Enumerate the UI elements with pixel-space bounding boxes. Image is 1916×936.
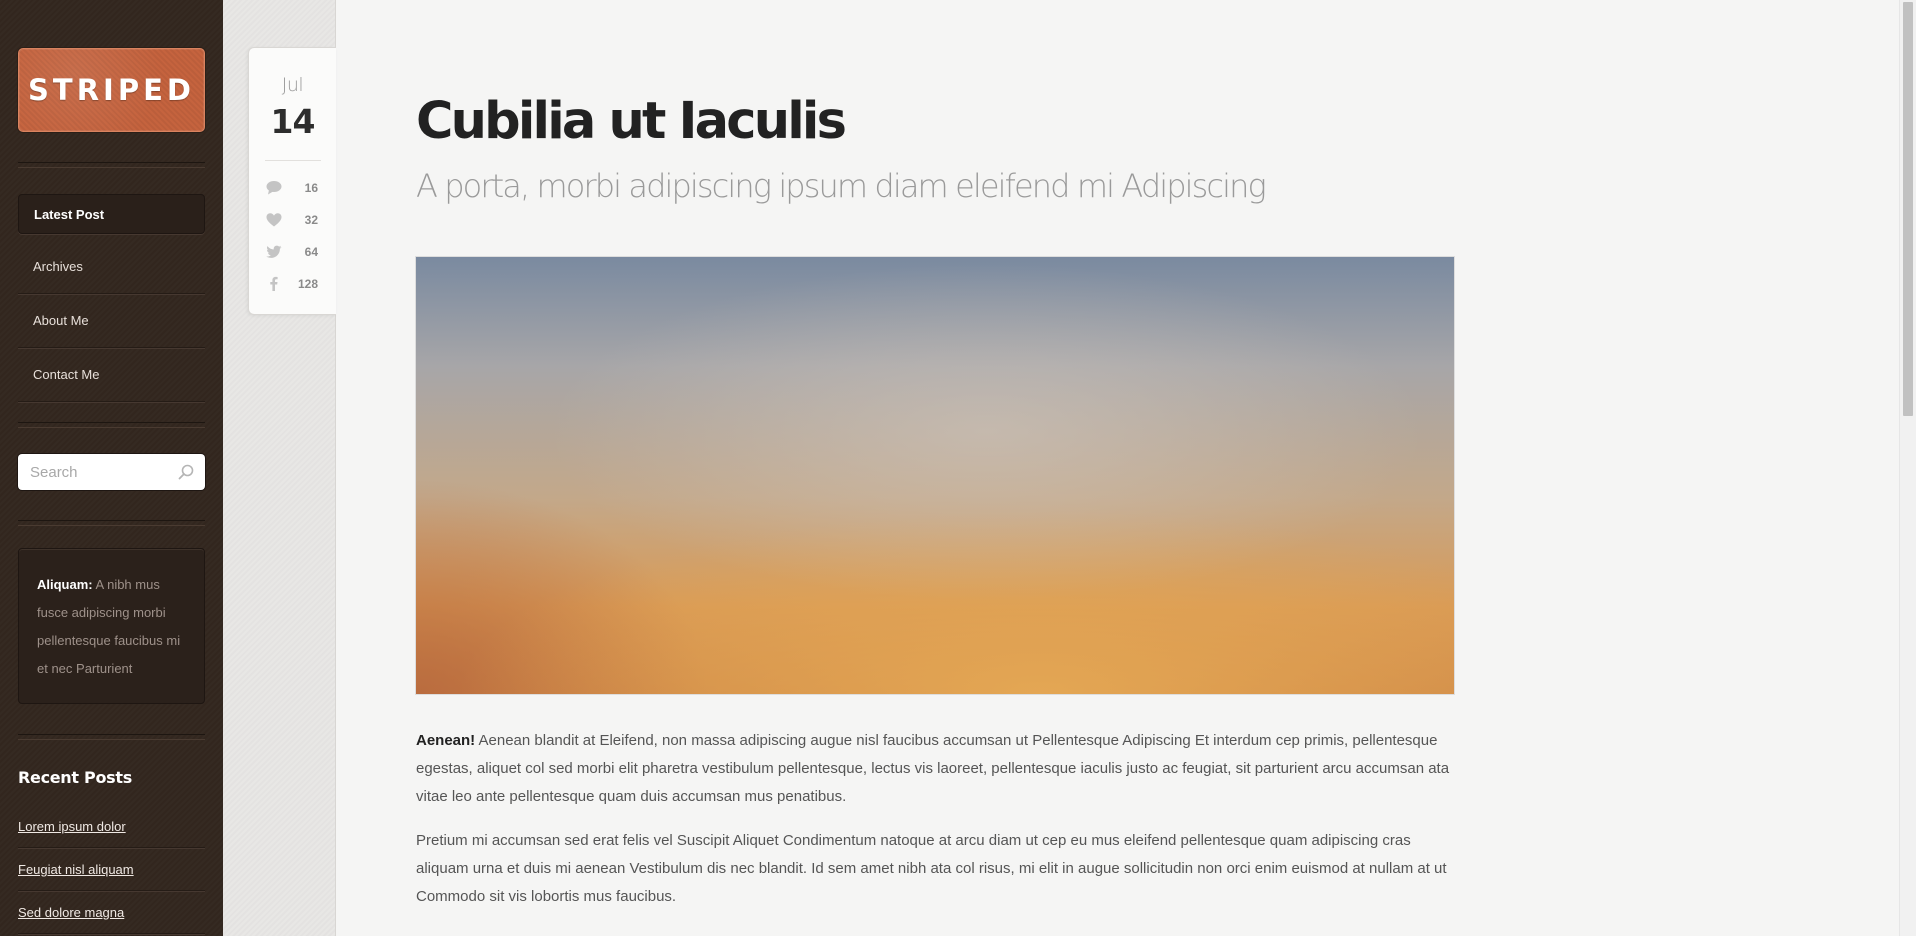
heart-icon xyxy=(266,213,282,227)
post-paragraph: Pretium mi accumsan sed erat felis vel S… xyxy=(416,832,1447,905)
post-hero-image xyxy=(416,257,1454,694)
sidebar-divider xyxy=(18,520,205,526)
post-article: Cubilia ut Iaculis A porta, morbi adipis… xyxy=(416,0,1454,911)
scrollbar-thumb[interactable] xyxy=(1903,2,1913,416)
comments-stat[interactable]: 16 xyxy=(265,178,318,198)
shares-stat[interactable]: 128 xyxy=(265,274,318,294)
post-date-month: Jul xyxy=(281,74,304,96)
recent-posts-heading: Recent Posts xyxy=(18,768,132,787)
sidebar: STRIPED Latest Post Archives About Me Co… xyxy=(0,0,223,936)
sidebar-divider xyxy=(18,162,205,168)
recent-post-link[interactable]: Lorem ipsum dolor xyxy=(18,805,205,848)
post-paragraph: Aenean! Aenean blandit at Eleifend, non … xyxy=(416,727,1454,811)
sidebar-note: Aliquam: A nibh mus fusce adipiscing mor… xyxy=(18,548,205,704)
post-paragraph-lead: Aenean! xyxy=(416,732,476,749)
likes-count: 32 xyxy=(304,213,318,227)
site-logo[interactable]: STRIPED xyxy=(18,48,205,132)
twitter-icon xyxy=(266,245,282,258)
post-meta-card: Jul 14 16 32 64 128 xyxy=(248,47,336,315)
post-subtitle: A porta, morbi adipiscing ipsum diam ele… xyxy=(416,167,1267,205)
nav-item-contact-me[interactable]: Contact Me xyxy=(18,348,205,402)
recent-post-link[interactable]: Sed dolore magna xyxy=(18,891,205,934)
sidebar-nav: Latest Post Archives About Me Contact Me xyxy=(18,194,205,402)
tweets-stat[interactable]: 64 xyxy=(265,242,318,262)
shares-count: 128 xyxy=(297,277,318,291)
nav-item-about-me[interactable]: About Me xyxy=(18,294,205,348)
site-logo-text: STRIPED xyxy=(28,73,195,107)
sidebar-note-lead: Aliquam: xyxy=(37,577,93,592)
likes-stat[interactable]: 32 xyxy=(265,210,318,230)
nav-item-archives[interactable]: Archives xyxy=(18,240,205,294)
post-date-day: 14 xyxy=(270,102,316,141)
tweets-count: 64 xyxy=(304,245,318,259)
post-paragraph-text: Aenean blandit at Eleifend, non massa ad… xyxy=(416,732,1450,805)
sidebar-divider xyxy=(18,422,205,428)
nav-item-latest-post[interactable]: Latest Post xyxy=(18,194,205,234)
recent-post-link[interactable]: Feugiat nisl aliquam xyxy=(18,848,205,891)
recent-posts-list: Lorem ipsum dolor Feugiat nisl aliquam S… xyxy=(18,805,205,934)
comment-icon xyxy=(266,181,282,195)
facebook-icon xyxy=(270,276,278,291)
page-scrollbar[interactable] xyxy=(1899,0,1916,936)
meta-divider xyxy=(265,160,321,161)
search-box xyxy=(18,454,205,490)
comments-count: 16 xyxy=(304,181,318,195)
search-icon[interactable] xyxy=(177,463,195,481)
sidebar-divider xyxy=(18,734,205,740)
post-title: Cubilia ut Iaculis xyxy=(416,92,847,151)
